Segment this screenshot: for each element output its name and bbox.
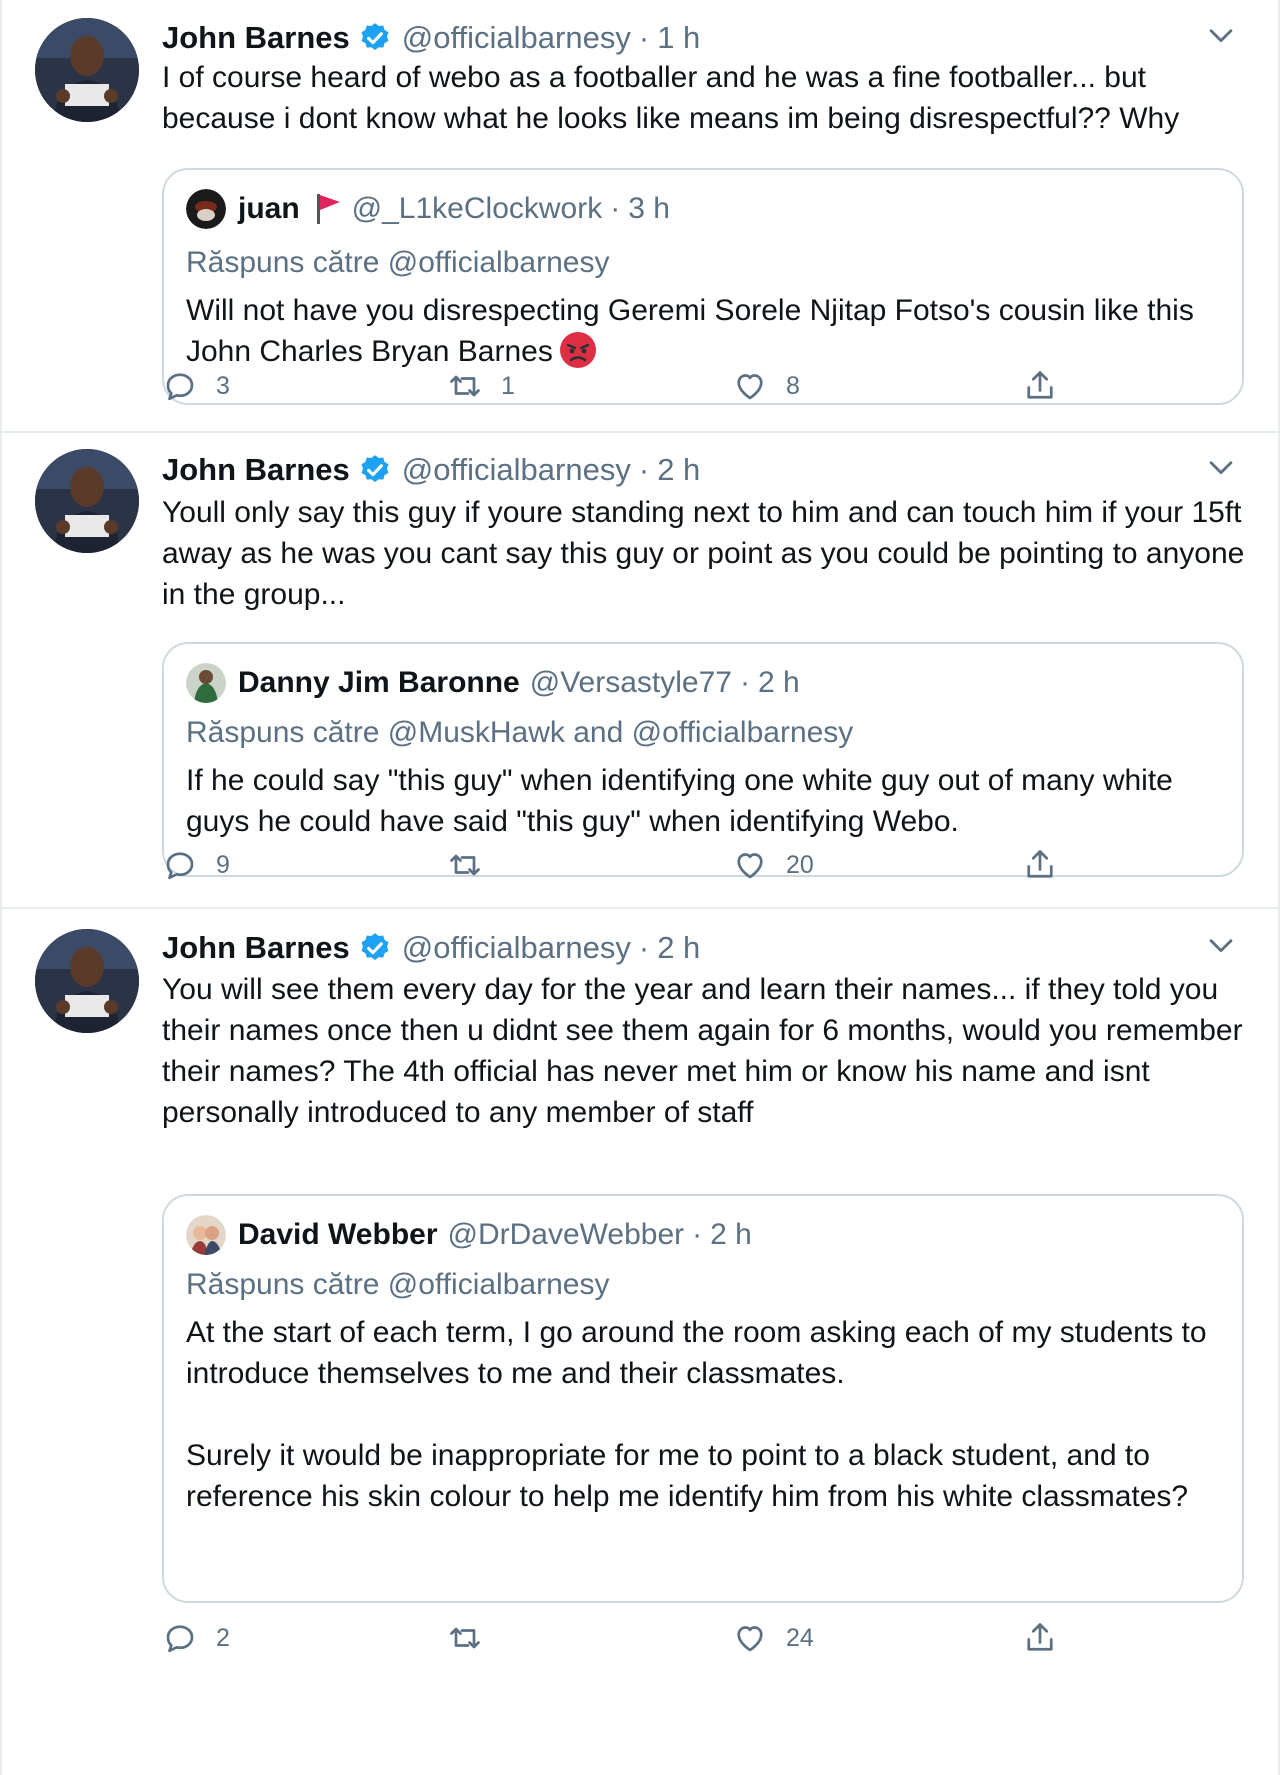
reply-icon [166,373,194,401]
retweet-button[interactable] [447,1616,501,1660]
timestamp[interactable]: 1 h [657,20,700,56]
quoted-author-name: Danny Jim Baronne [238,666,520,699]
retweet-icon [450,375,480,397]
tweet-header: John Barnes @officialbarnesy · 2 h [162,448,700,492]
separator-dot: · [638,20,650,55]
quoted-timestamp: 2 h [710,1218,752,1251]
quoted-author-handle: @_L1keClockwork [351,192,603,225]
quoted-author-avatar [186,189,226,229]
author-handle[interactable]: @officialbarnesy [402,452,631,488]
quoted-tweet-body: Will not have you disrespecting Geremi S… [186,294,1194,368]
quoted-tweet[interactable]: Danny Jim Baronne @Versastyle77 · 2 h Ră… [162,642,1244,877]
author-avatar[interactable] [35,929,139,1033]
tweet-text: Youll only say this guy if youre standin… [162,496,1245,611]
tweet-actions: 9 20 [162,843,1082,887]
quoted-tweet[interactable]: David Webber @DrDaveWebber · 2 h Răspuns… [162,1194,1244,1603]
reply-count: 3 [216,371,230,400]
like-count: 8 [786,371,800,400]
reply-button[interactable]: 9 [162,843,230,887]
retweet-count: 1 [501,371,515,400]
quoted-tweet-paragraph: Surely it would be inappropriate for me … [186,1439,1189,1513]
retweet-button[interactable] [447,843,501,887]
author-handle[interactable]: @officialbarnesy [402,20,631,56]
quoted-timestamp: 3 h [628,192,670,225]
quoted-author-avatar [186,1215,226,1255]
verified-badge-icon [358,931,392,965]
quoted-tweet-paragraph: At the start of each term, I go around t… [186,1316,1207,1390]
reply-icon [166,1625,194,1653]
timestamp[interactable]: 2 h [657,930,700,966]
heart-icon [737,374,763,400]
reply-to-label: Răspuns către @MuskHawk and @officialbar… [186,716,854,749]
quoted-tweet-text: Will not have you disrespecting Geremi S… [186,290,1216,372]
tweet-text: I of course heard of webo as a footballe… [162,61,1180,135]
like-button[interactable]: 8 [732,364,800,408]
retweet-button[interactable]: 1 [447,364,515,408]
red-flag-icon [314,192,342,226]
chevron-down-icon[interactable] [1204,18,1238,52]
quoted-tweet-header: Danny Jim Baronne @Versastyle77 · 2 h [186,662,800,704]
quoted-tweet-spacer [186,1394,1216,1435]
author-name[interactable]: John Barnes [162,930,350,966]
reply-count: 2 [216,1623,230,1652]
quoted-author-handle: @Versastyle77 [529,666,732,699]
quoted-tweet-header: juan @_L1keClockwork · 3 h [186,188,670,230]
like-button[interactable]: 24 [732,1616,814,1660]
reply-button[interactable]: 3 [162,364,230,408]
like-count: 24 [786,1623,814,1652]
quoted-author-name: David Webber [238,1218,438,1251]
author-name[interactable]: John Barnes [162,452,350,488]
reply-count: 9 [216,850,230,879]
tweet-text: You will see them every day for the year… [162,973,1243,1129]
heart-icon [737,1626,763,1652]
quoted-timestamp: 2 h [757,666,800,699]
chevron-down-icon[interactable] [1204,450,1238,484]
quoted-author-handle: @DrDaveWebber [447,1218,685,1251]
share-button[interactable] [1022,1616,1058,1660]
reply-button[interactable]: 2 [162,1616,230,1660]
author-avatar[interactable] [35,449,139,553]
share-icon [1027,850,1053,878]
author-handle[interactable]: @officialbarnesy [402,930,631,966]
like-count: 20 [786,850,814,879]
separator-dot: · [638,930,650,965]
quoted-author-avatar [186,663,226,703]
verified-badge-icon [358,453,392,487]
tweet-header: John Barnes @officialbarnesy · 2 h [162,926,700,970]
tweet-header: John Barnes @officialbarnesy · 1 h [162,16,700,60]
tweet-actions: 2 24 [162,1616,1082,1660]
quoted-tweet-header: David Webber @DrDaveWebber · 2 h [186,1214,752,1256]
timestamp[interactable]: 2 h [657,452,700,488]
author-avatar[interactable] [35,18,139,122]
share-button[interactable] [1022,843,1058,887]
share-button[interactable] [1022,364,1058,408]
separator-dot: · [638,452,650,487]
share-icon [1027,371,1053,399]
reply-to-label: Răspuns către @officialbarnesy [186,1268,610,1301]
like-button[interactable]: 20 [732,843,814,887]
tweet[interactable]: John Barnes @officialbarnesy · 1 h I of … [2,0,1278,433]
quoted-tweet-text: If he could say "this guy" when identify… [186,764,1173,838]
separator-dot: · [739,666,750,699]
reply-to-label: Răspuns către @officialbarnesy [186,246,610,279]
chevron-down-icon[interactable] [1204,928,1238,962]
separator-dot: · [692,1218,703,1251]
retweet-icon [450,854,480,876]
tweet[interactable]: John Barnes @officialbarnesy · 2 h You w… [2,909,1278,1775]
reply-icon [166,852,194,880]
author-name[interactable]: John Barnes [162,20,350,56]
retweet-icon [450,1627,480,1649]
separator-dot: · [610,192,621,225]
share-icon [1027,1623,1053,1651]
timeline: John Barnes @officialbarnesy · 1 h I of … [0,0,1280,1775]
quoted-tweet-text: At the start of each term, I go around t… [186,1312,1216,1517]
verified-badge-icon [358,21,392,55]
tweet-actions: 3 1 8 [162,364,1082,408]
heart-icon [737,853,763,879]
quoted-author-name: juan [238,192,300,225]
tweet[interactable]: John Barnes @officialbarnesy · 2 h Youll… [2,433,1278,909]
